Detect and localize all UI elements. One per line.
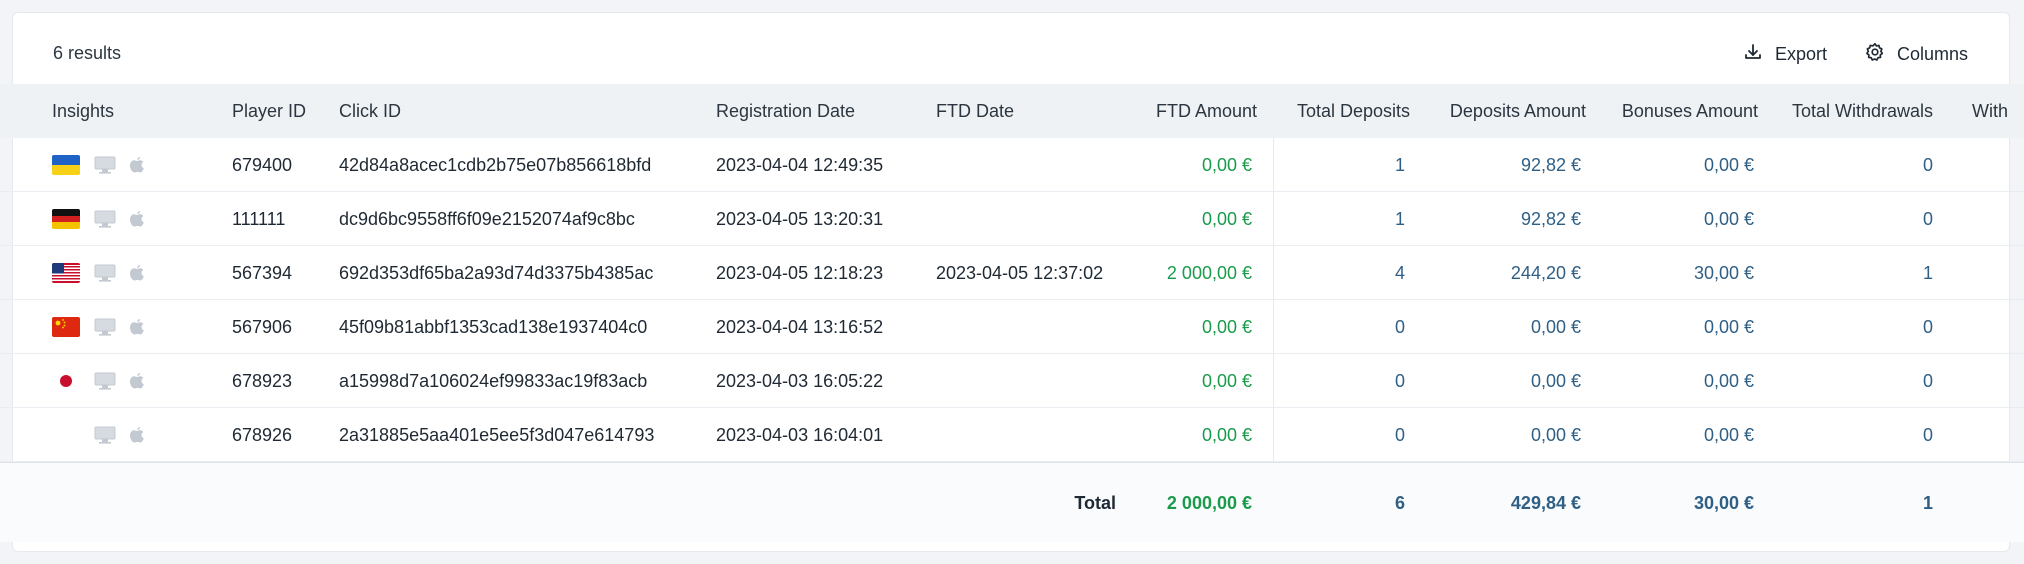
ftd-amount: 0,00 € [1201,425,1252,445]
header-ftd-amount[interactable]: FTD Amount [1100,84,1257,138]
ukraine-flag-icon [52,155,80,175]
total-withdrawals: 0 [1922,425,1933,445]
header-insights[interactable]: Insights [52,84,114,138]
total-deposits: 1 [1394,209,1405,229]
click-id: 692d353df65ba2a93d74d3375b4385ac [339,263,654,283]
deposits-amount: 92,82 € [1520,209,1581,229]
apple-icon [129,318,145,341]
china-flag-icon [52,317,80,337]
total-deposits: 0 [1394,317,1405,337]
germany-flag-icon [52,209,80,229]
results-count: 6 results [53,43,122,63]
header-total-withdrawals[interactable]: Total Withdrawals [1770,84,1933,138]
columns-button[interactable]: Columns [1865,39,1968,69]
total-deposits: 4 [1394,263,1405,283]
ftd-amount: 0,00 € [1201,371,1252,391]
table-header: Insights Player ID Click ID Registration… [0,84,2024,138]
header-total-deposits[interactable]: Total Deposits [1280,84,1410,138]
click-id: 45f09b81abbf1353cad138e1937404c0 [339,317,648,337]
deposits-amount: 0,00 € [1530,371,1581,391]
table-row[interactable]: 567906 45f09b81abbf1353cad138e1937404c0 … [0,300,2024,354]
japan-flag-icon [52,371,80,391]
total-withdrawals: 0 [1922,155,1933,175]
registration-date: 2023-04-05 12:18:23 [716,263,884,283]
header-bonuses-amount[interactable]: Bonuses Amount [1600,84,1758,138]
deposits-amount: 0,00 € [1530,317,1581,337]
table-row[interactable]: 678926 2a31885e5aa401e5ee5f3d047e614793 … [0,408,2024,462]
total-deposits: 1 [1394,155,1405,175]
click-id: 42d84a8acec1cdb2b75e07b856618bfd [339,155,652,175]
desktop-icon [94,318,116,341]
columns-label: Columns [1897,43,1969,64]
total-withdrawals: 0 [1922,317,1933,337]
header-registration-date[interactable]: Registration Date [716,84,855,138]
bonuses-amount: 30,00 € [1693,263,1754,283]
deposits-amount: 244,20 € [1510,263,1581,283]
table-row[interactable]: 679400 42d84a8acec1cdb2b75e07b856618bfd … [0,138,2024,192]
total-deposits: 0 [1394,425,1405,445]
player-id: 567906 [232,317,293,337]
bonuses-amount: 0,00 € [1703,209,1754,229]
ftd-amount: 2 000,00 € [1166,263,1252,283]
registration-date: 2023-04-03 16:04:01 [716,425,884,445]
apple-icon [129,426,145,449]
total-deposits: 0 [1394,371,1405,391]
total-withdrawals-sum: 1 [1922,493,1933,513]
table-row[interactable]: 567394 692d353df65ba2a93d74d3375b4385ac … [0,246,2024,300]
desktop-icon [94,426,116,449]
table-row[interactable]: 111111 dc9d6bc9558ff6f09e2152074af9c8bc … [0,192,2024,246]
ftd-amount: 0,00 € [1201,209,1252,229]
total-deposits-sum: 6 [1394,493,1405,513]
download-icon [1743,42,1763,67]
header-player-id[interactable]: Player ID [232,84,306,138]
ftd-amount: 0,00 € [1201,317,1252,337]
player-id: 679400 [232,155,293,175]
total-bonuses-amount: 30,00 € [1693,493,1754,513]
totals-row: Total 2 000,00 € 6 429,84 € 30,00 € 1 [0,462,2024,542]
export-button[interactable]: Export [1743,39,1827,69]
ftd-amount: 0,00 € [1201,155,1252,175]
desktop-icon [94,372,116,395]
bonuses-amount: 0,00 € [1703,155,1754,175]
click-id: a15998d7a106024ef99833ac19f83acb [339,371,648,391]
registration-date: 2023-04-03 16:05:22 [716,371,884,391]
registration-date: 2023-04-05 13:20:31 [716,209,884,229]
click-id: dc9d6bc9558ff6f09e2152074af9c8bc [339,209,635,229]
click-id: 2a31885e5aa401e5ee5f3d047e614793 [339,425,655,445]
header-deposits-amount[interactable]: Deposits Amount [1420,84,1586,138]
registration-date: 2023-04-04 12:49:35 [716,155,884,175]
gear-icon [1865,42,1885,67]
table-row[interactable]: 678923 a15998d7a106024ef99833ac19f83acb … [0,354,2024,408]
export-label: Export [1775,43,1828,64]
header-ftd-date[interactable]: FTD Date [936,84,1014,138]
total-withdrawals: 0 [1922,371,1933,391]
usa-flag-icon [52,263,80,283]
player-id: 678926 [232,425,293,445]
desktop-icon [94,210,116,233]
registration-date: 2023-04-04 13:16:52 [716,317,884,337]
bonuses-amount: 0,00 € [1703,425,1754,445]
apple-icon [129,156,145,179]
bonuses-amount: 0,00 € [1703,371,1754,391]
bonuses-amount: 0,00 € [1703,317,1754,337]
apple-icon [129,210,145,233]
header-withdrawals-partial[interactable]: With [1972,84,2008,138]
desktop-icon [94,264,116,287]
header-click-id[interactable]: Click ID [339,84,401,138]
total-withdrawals: 0 [1922,209,1933,229]
totals-label: Total [1074,493,1116,513]
deposits-amount: 0,00 € [1530,425,1581,445]
apple-icon [129,264,145,287]
desktop-icon [94,156,116,179]
total-deposits-amount: 429,84 € [1510,493,1581,513]
total-withdrawals: 1 [1922,263,1933,283]
total-ftd-amount: 2 000,00 € [1166,493,1252,513]
player-id: 678923 [232,371,293,391]
player-id: 111111 [232,209,286,229]
apple-icon [129,372,145,395]
deposits-amount: 92,82 € [1520,155,1581,175]
ftd-date: 2023-04-05 12:37:02 [936,263,1104,283]
player-id: 567394 [232,263,293,283]
